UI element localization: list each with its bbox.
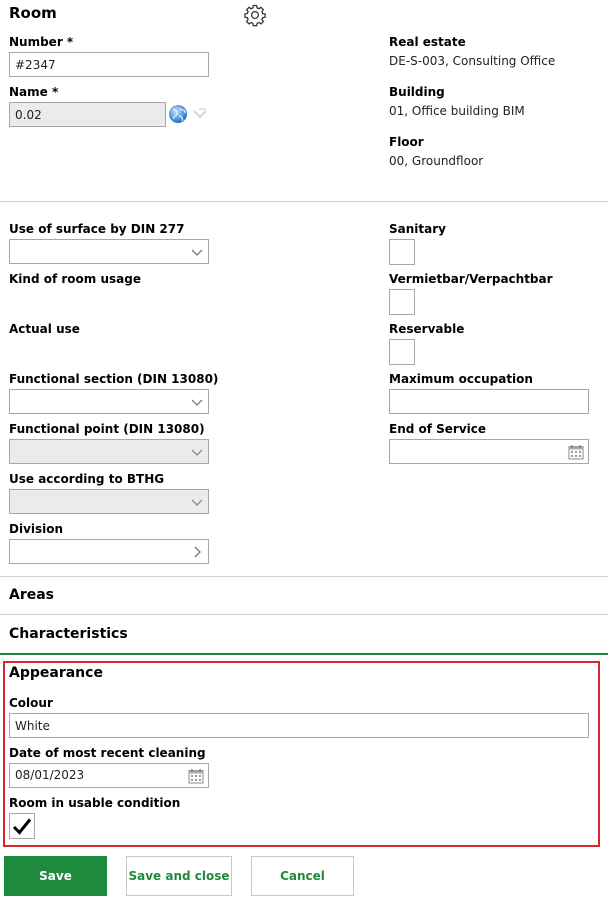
colour-input[interactable] <box>9 713 589 738</box>
bthg-select[interactable] <box>9 489 209 514</box>
chevron-down-icon <box>191 399 203 406</box>
divider <box>0 614 608 615</box>
sanitary-checkbox[interactable] <box>389 239 415 265</box>
cleaning-date-value: 08/01/2023 <box>15 768 85 782</box>
cleaning-date-label: Date of most recent cleaning <box>9 746 206 760</box>
cancel-button[interactable]: Cancel <box>251 856 354 896</box>
rentable-checkbox[interactable] <box>389 289 415 315</box>
rentable-label: Vermietbar/Verpachtbar <box>389 272 553 286</box>
real-estate-value: DE-S-003, Consulting Office <box>389 54 556 68</box>
functional-point-label: Functional point (DIN 13080) <box>9 422 205 436</box>
appearance-title: Appearance <box>9 665 103 681</box>
kind-of-usage-label: Kind of room usage <box>9 272 141 286</box>
surface-select[interactable] <box>9 239 209 264</box>
floor-label: Floor <box>389 135 424 149</box>
bthg-label: Use according to BTHG <box>9 472 165 486</box>
number-label: Number * <box>9 35 74 49</box>
max-occupation-input[interactable] <box>389 389 589 414</box>
surface-label: Use of surface by DIN 277 <box>9 222 185 236</box>
max-occupation-label: Maximum occupation <box>389 372 533 386</box>
sanitary-label: Sanitary <box>389 222 446 236</box>
real-estate-label: Real estate <box>389 35 466 49</box>
usable-condition-label: Room in usable condition <box>9 796 181 810</box>
name-input[interactable] <box>9 102 166 127</box>
chevron-down-icon <box>191 499 203 506</box>
floor-value: 00, Groundfloor <box>389 154 484 168</box>
building-value: 01, Office building BIM <box>389 104 525 118</box>
room-title: Room <box>9 4 57 22</box>
chevron-down-icon[interactable] <box>193 108 207 120</box>
reservable-label: Reservable <box>389 322 465 336</box>
save-and-close-button[interactable]: Save and close <box>126 856 232 896</box>
chevron-down-icon <box>191 449 203 456</box>
actual-use-label: Actual use <box>9 322 80 336</box>
gear-icon[interactable] <box>243 3 267 27</box>
number-input[interactable] <box>9 52 209 77</box>
reservable-checkbox[interactable] <box>389 339 415 365</box>
characteristics-section-header[interactable]: Characteristics <box>9 626 128 642</box>
calendar-icon[interactable] <box>568 444 584 460</box>
chevron-down-icon <box>191 249 203 256</box>
end-of-service-label: End of Service <box>389 422 487 436</box>
colour-label: Colour <box>9 696 53 710</box>
end-of-service-input[interactable] <box>389 439 589 464</box>
divider <box>0 201 608 202</box>
division-select[interactable] <box>9 539 209 564</box>
divider <box>0 576 608 577</box>
usable-condition-checkbox[interactable] <box>9 813 35 839</box>
checkmark-icon <box>12 818 32 835</box>
calendar-icon[interactable] <box>188 768 204 784</box>
section-accent-line <box>0 653 608 655</box>
areas-section-header[interactable]: Areas <box>9 587 54 603</box>
building-label: Building <box>389 85 445 99</box>
chevron-right-icon <box>194 546 201 558</box>
functional-section-label: Functional section (DIN 13080) <box>9 372 219 386</box>
cleaning-date-input[interactable]: 08/01/2023 <box>9 763 209 788</box>
save-button[interactable]: Save <box>4 856 107 896</box>
division-label: Division <box>9 522 64 536</box>
globe-icon[interactable] <box>168 104 188 124</box>
functional-point-select[interactable] <box>9 439 209 464</box>
functional-section-select[interactable] <box>9 389 209 414</box>
name-label: Name * <box>9 85 59 99</box>
